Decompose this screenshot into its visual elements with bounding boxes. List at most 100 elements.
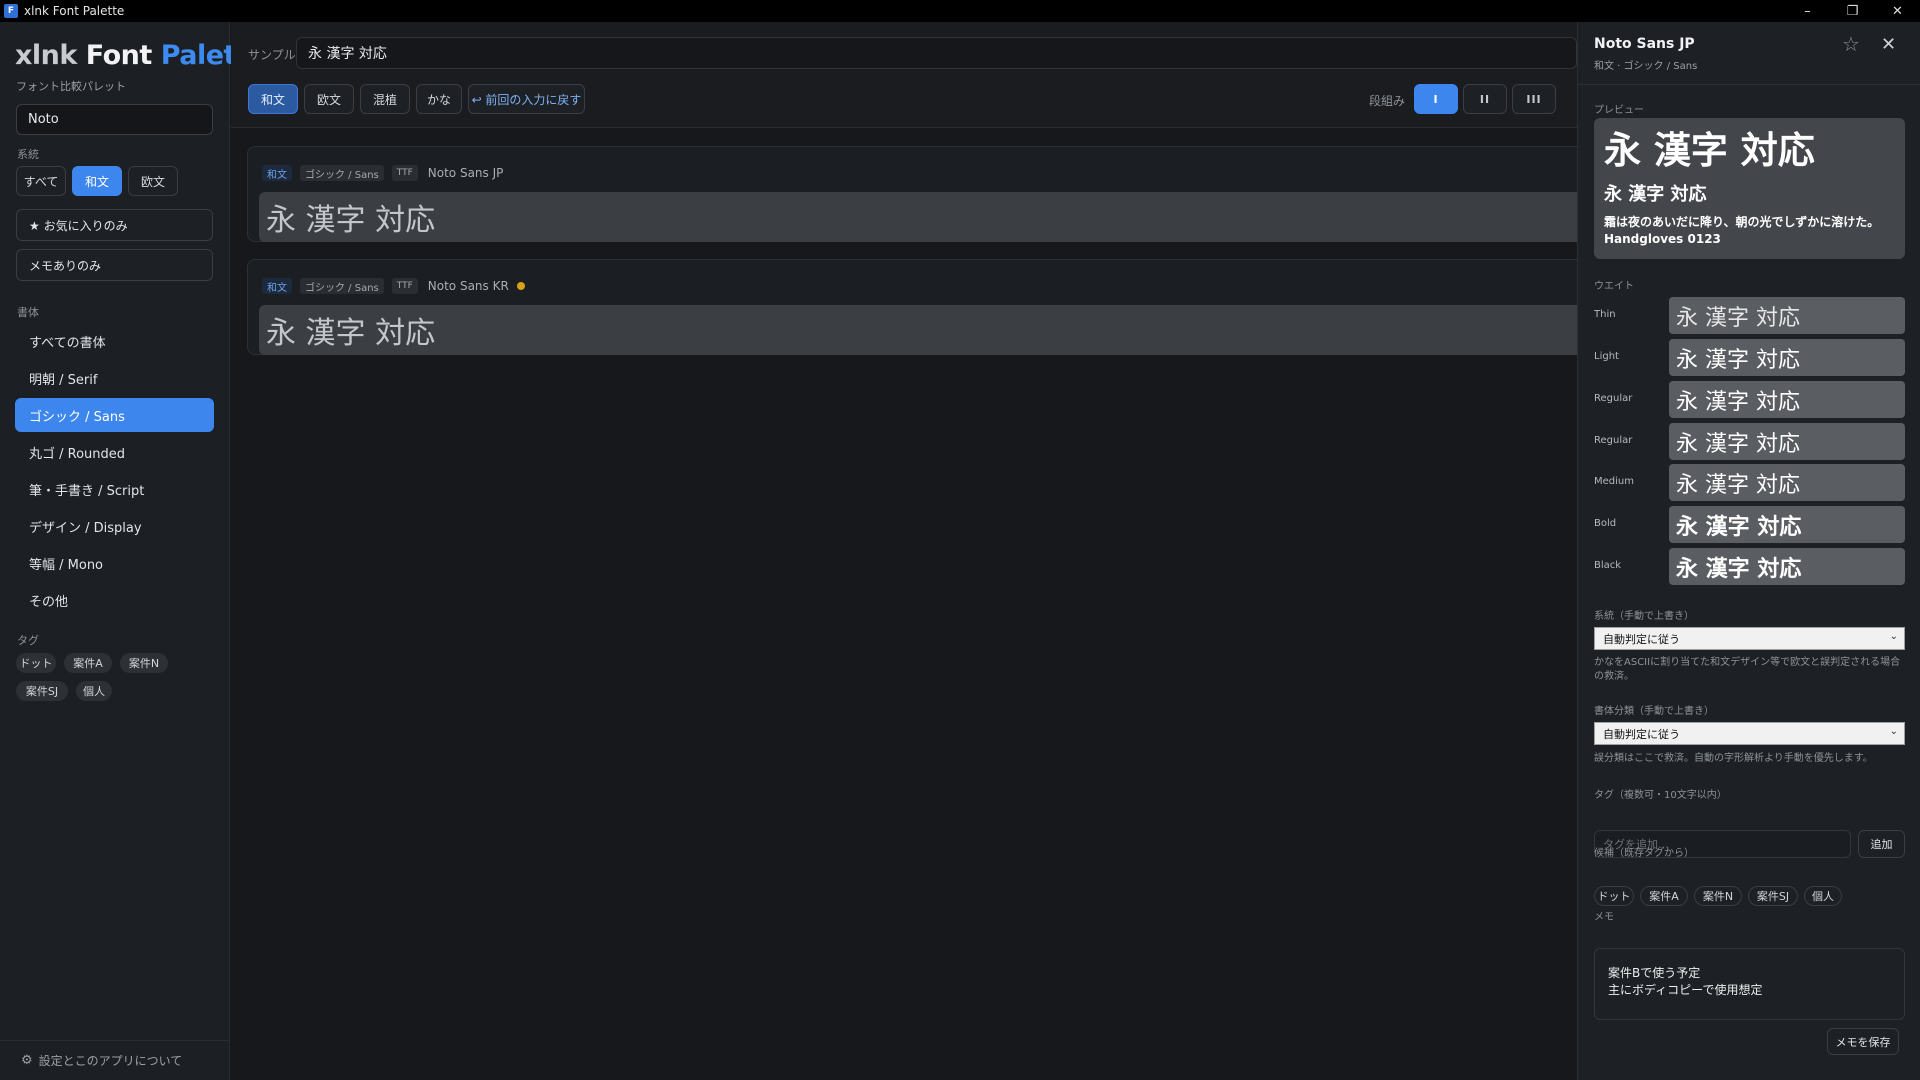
weight-label-thin: Thin <box>1594 309 1616 320</box>
style-item-serif[interactable]: 明朝 / Serif <box>15 361 214 395</box>
preview-body-text: 霜は夜のあいだに降り、朝の光でしずかに溶けた。 Handgloves 0123 <box>1604 215 1880 246</box>
detail-tags-label: タグ（複数可・10文字以内） <box>1594 790 1727 801</box>
window-controls: – ❐ ✕ <box>1785 0 1920 22</box>
script-override-select[interactable]: 自動判定に従う ⌄ <box>1594 627 1905 650</box>
window-title: xlnk Font Palette <box>24 4 125 18</box>
style-item-other[interactable]: その他 <box>15 583 214 617</box>
weight-sample-thin: 永 漢字 対応 <box>1669 297 1905 334</box>
font-preview: 永 漢字 対応 <box>259 192 1593 242</box>
detail-font-subtitle: 和文 · ゴシック / Sans <box>1594 61 1698 72</box>
font-card[interactable]: 和文 ゴシック / Sans TTF Noto Sans KR 永 漢字 対応 <box>247 259 1593 355</box>
panel-divider <box>1578 84 1920 85</box>
font-name: Noto Sans JP <box>427 166 504 180</box>
close-icon[interactable]: ✕ <box>1881 34 1896 55</box>
weight-sample-regular: 永 漢字 対応 <box>1669 381 1905 418</box>
restore-previous-input-button[interactable]: ↩ 前回の入力に戻す <box>468 84 585 114</box>
script-filter-japanese[interactable]: 和文 <box>72 166 122 196</box>
font-preview: 永 漢字 対応 <box>259 305 1593 355</box>
style-label: 書体 <box>17 306 39 319</box>
weight-label-regular: Regular <box>1594 393 1633 404</box>
candidate-tag-dot[interactable]: ドット <box>1594 886 1634 906</box>
mode-japanese-button[interactable]: 和文 <box>248 84 298 114</box>
style-item-sans[interactable]: ゴシック / Sans <box>15 398 214 432</box>
mode-kana-button[interactable]: かな <box>416 84 462 114</box>
memo-only-toggle[interactable]: メモありのみ <box>16 249 213 281</box>
style-item-all[interactable]: すべての書体 <box>15 324 214 358</box>
candidate-tags-label: 候補（既存タグから） <box>1594 848 1694 859</box>
gear-icon: ⚙ <box>21 1053 33 1068</box>
font-card-meta: 和文 ゴシック / Sans TTF Noto Sans KR <box>248 278 525 294</box>
script-override-hint: かなをASCIIに割り当てた和文デザイン等で欧文と誤判定される場合の救済。 <box>1594 657 1901 682</box>
weight-label-medium: Medium <box>1594 476 1634 487</box>
memo-textarea[interactable]: 案件Bで使う予定 主にボディコピーで使用想定 <box>1594 948 1905 1020</box>
candidate-tag-personal[interactable]: 個人 <box>1804 886 1842 906</box>
font-name: Noto Sans KR <box>427 279 509 293</box>
font-detail-panel: Noto Sans JP 和文 · ゴシック / Sans ☆ ✕ プレビュー … <box>1577 22 1920 1080</box>
script-filter-all[interactable]: すべて <box>16 166 66 196</box>
tags-label: タグ <box>17 634 39 647</box>
memo-label: メモ <box>1594 912 1614 923</box>
format-badge: TTF <box>391 165 418 181</box>
script-badge: 和文 <box>262 165 292 181</box>
main-area: サンプル 永 漢字 対応 和文 欧文 混植 かな ↩ 前回の入力に戻す 段組み … <box>231 22 1593 1080</box>
sidebar: xlnk Font Palette フォント比較パレット Noto 系統 すべて… <box>0 22 267 1080</box>
logo-subtitle: フォント比較パレット <box>16 80 126 93</box>
sidebar-tag-dot[interactable]: ドット <box>16 653 56 673</box>
mode-latin-button[interactable]: 欧文 <box>304 84 354 114</box>
class-override-hint: 誤分類はここで救済。自動の字形解析より手動を優先します。 <box>1594 753 1873 764</box>
classification-badge: ゴシック / Sans <box>300 165 384 181</box>
sample-label: サンプル <box>248 48 296 62</box>
mode-mixed-button[interactable]: 混植 <box>360 84 410 114</box>
app-icon: F <box>4 4 18 18</box>
class-override-label: 書体分類（手動で上書き） <box>1594 706 1714 717</box>
font-search-input[interactable]: Noto <box>16 104 213 135</box>
favorites-only-toggle[interactable]: ★ お気に入りのみ <box>16 209 213 241</box>
style-item-script[interactable]: 筆・手書き / Script <box>15 472 214 506</box>
minimize-button[interactable]: – <box>1785 0 1830 22</box>
candidate-tag-project-sj[interactable]: 案件SJ <box>1748 886 1798 906</box>
settings-link-label: 設定とこのアプリについて <box>38 1054 183 1068</box>
weight-sample-regular-2: 永 漢字 対応 <box>1669 423 1905 460</box>
columns-1-button[interactable]: I <box>1414 84 1458 114</box>
script-filter-label: 系統 <box>17 148 39 161</box>
restore-button[interactable]: ❐ <box>1830 0 1875 22</box>
logo-part-xlnk: xlnk <box>15 40 77 71</box>
add-tag-button[interactable]: 追加 <box>1858 830 1905 858</box>
memo-line: 案件Bで使う予定 <box>1608 966 1701 980</box>
sidebar-tag-project-a[interactable]: 案件A <box>64 653 112 673</box>
close-window-button[interactable]: ✕ <box>1875 0 1920 22</box>
sidebar-tag-project-sj[interactable]: 案件SJ <box>16 681 68 701</box>
columns-2-button[interactable]: II <box>1463 84 1507 114</box>
candidate-tag-project-n[interactable]: 案件N <box>1694 886 1742 906</box>
sample-text-input[interactable]: 永 漢字 対応 <box>296 37 1577 69</box>
weight-label-regular-2: Regular <box>1594 435 1633 446</box>
favorite-star-icon[interactable]: ☆ <box>1842 32 1860 56</box>
chevron-down-icon: ⌄ <box>1889 726 1898 737</box>
style-item-mono[interactable]: 等幅 / Mono <box>15 546 214 580</box>
weight-sample-black: 永 漢字 対応 <box>1669 548 1905 585</box>
style-item-display[interactable]: デザイン / Display <box>15 509 214 543</box>
font-card[interactable]: 和文 ゴシック / Sans TTF Noto Sans JP 永 漢字 対応 <box>247 146 1593 242</box>
weight-label-black: Black <box>1594 560 1622 571</box>
font-card-meta: 和文 ゴシック / Sans TTF Noto Sans JP <box>248 165 503 181</box>
memo-indicator-dot <box>516 282 525 290</box>
candidate-tag-project-a[interactable]: 案件A <box>1640 886 1688 906</box>
weight-label-light: Light <box>1594 351 1619 362</box>
sidebar-tag-personal[interactable]: 個人 <box>76 681 112 701</box>
script-filter-latin[interactable]: 欧文 <box>128 166 178 196</box>
toolbar: サンプル 永 漢字 対応 和文 欧文 混植 かな ↩ 前回の入力に戻す 段組み … <box>231 22 1577 128</box>
format-badge: TTF <box>391 278 418 294</box>
classification-badge: ゴシック / Sans <box>300 278 384 294</box>
settings-link[interactable]: ⚙ 設定とこのアプリについて <box>0 1040 229 1080</box>
class-override-select[interactable]: 自動判定に従う ⌄ <box>1594 722 1905 745</box>
weight-label-bold: Bold <box>1594 518 1617 529</box>
chevron-down-icon: ⌄ <box>1889 631 1898 642</box>
preview-large-text: 永 漢字 対応 <box>1604 129 1815 172</box>
sidebar-tag-project-n[interactable]: 案件N <box>120 653 168 673</box>
save-memo-button[interactable]: メモを保存 <box>1827 1028 1899 1055</box>
class-override-value: 自動判定に従う <box>1603 727 1680 741</box>
columns-3-button[interactable]: III <box>1512 84 1556 114</box>
style-item-rounded[interactable]: 丸ゴ / Rounded <box>15 435 214 469</box>
weight-sample-medium: 永 漢字 対応 <box>1669 464 1905 501</box>
detail-preview-box: 永 漢字 対応 永 漢字 対応 霜は夜のあいだに降り、朝の光でしずかに溶けた。 … <box>1594 118 1905 259</box>
